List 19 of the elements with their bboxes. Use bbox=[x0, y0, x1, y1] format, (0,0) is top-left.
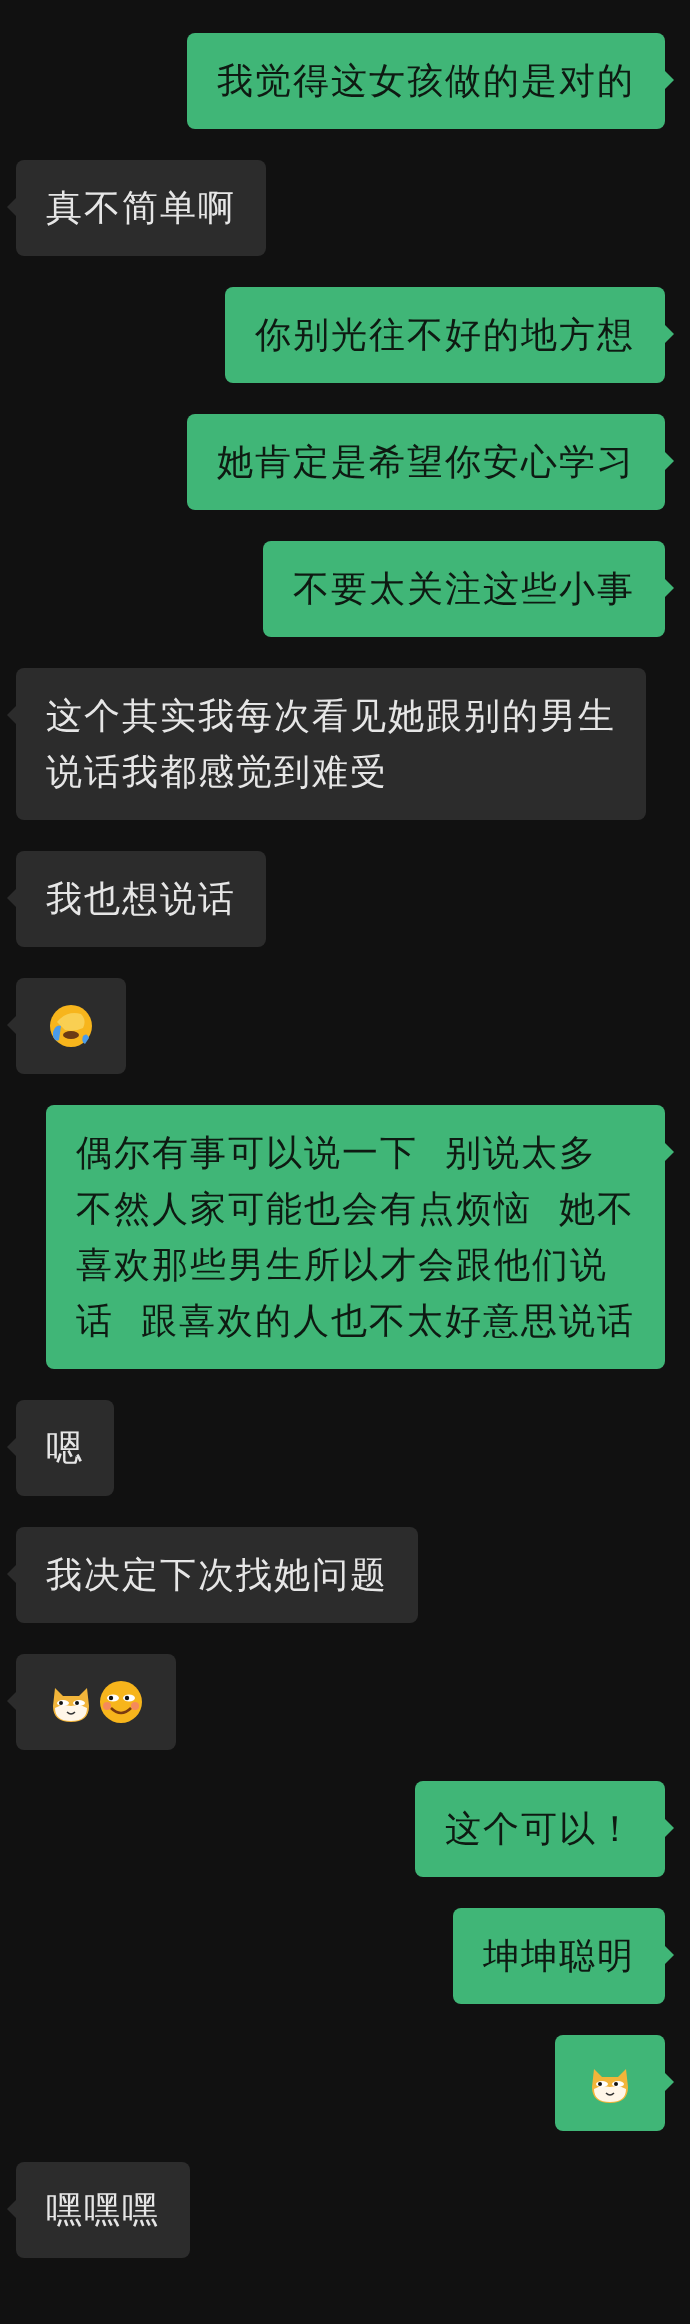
message-text: 我觉得这女孩做的是对的 bbox=[217, 59, 635, 103]
message-text: 偶尔有事可以说一下 别说太多 bbox=[76, 1131, 598, 1175]
message-text: 坤坤聪明 bbox=[483, 1934, 635, 1978]
message-text: 嘿嘿嘿 bbox=[46, 2188, 160, 2232]
message-text: 我也想说话 bbox=[46, 877, 236, 921]
message-text: 这个可以！ bbox=[445, 1807, 635, 1851]
message-text: 这个其实我每次看见她跟别的男生 bbox=[46, 694, 616, 738]
message-text: 话 跟喜欢的人也不太好意思说话 bbox=[76, 1299, 635, 1343]
message-text: 嗯 bbox=[46, 1426, 84, 1470]
message-text: 我决定下次找她问题 bbox=[46, 1553, 388, 1597]
facepalm-emoji-icon bbox=[47, 1002, 95, 1050]
message-text: 你别光往不好的地方想 bbox=[255, 313, 635, 357]
message-text: 不要太关注这些小事 bbox=[293, 567, 635, 611]
message-text: 说话我都感觉到难受 bbox=[46, 750, 389, 794]
smirking-face-icon bbox=[97, 1678, 145, 1726]
message-text: 喜欢那些男生所以才会跟他们说 bbox=[76, 1243, 610, 1287]
message-text: 她肯定是希望你安心学习 bbox=[217, 440, 635, 484]
message-text: 不然人家可能也会有点烦恼 她不 bbox=[76, 1187, 635, 1231]
message-text: 真不简单啊 bbox=[46, 186, 236, 230]
